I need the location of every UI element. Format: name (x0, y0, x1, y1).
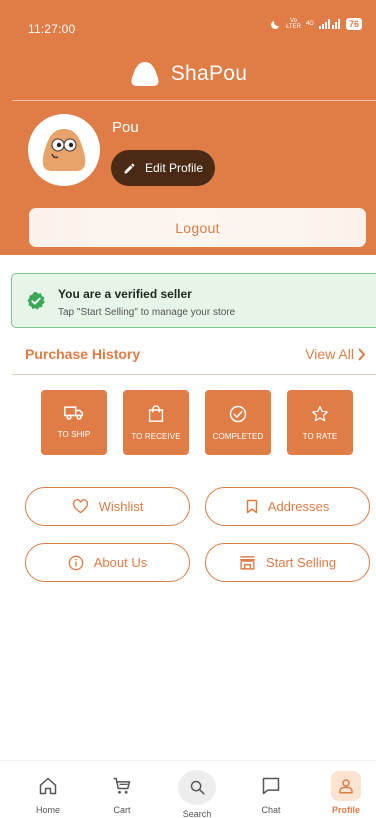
nav-chat-label: Chat (261, 805, 281, 815)
info-icon (68, 555, 84, 570)
chat-icon (262, 777, 280, 795)
nav-cart-label: Cart (113, 805, 131, 815)
nav-home[interactable]: Home (16, 761, 80, 818)
bottom-navigation: Home Cart Search Chat Profile (0, 760, 376, 818)
home-icon (39, 777, 57, 795)
network-type: 4G (305, 21, 314, 27)
logout-button[interactable]: Logout (29, 208, 366, 247)
status-icons: Vo LTER 4G 76 (270, 18, 362, 30)
nav-profile[interactable]: Profile (314, 761, 376, 818)
verified-subtitle: Tap "Start Selling" to manage your store (58, 307, 236, 318)
completed-label: COMPLETED (212, 432, 264, 441)
logout-label: Logout (175, 219, 220, 236)
person-icon (339, 779, 353, 794)
bookmark-icon (246, 499, 258, 514)
to-receive-label: TO RECEIVE (131, 432, 181, 441)
battery-indicator: 76 (345, 18, 362, 30)
profile-header: 11:27:00 Vo LTER 4G 76 ShaPou Pou Edit P… (0, 0, 376, 255)
header-divider (12, 100, 376, 101)
chevron-right-icon (358, 347, 366, 361)
pencil-icon (124, 163, 135, 173)
addresses-label: Addresses (267, 499, 330, 514)
shopping-bag-icon (148, 405, 164, 422)
purchase-history-title: Purchase History (25, 346, 141, 362)
nav-profile-label: Profile (331, 805, 360, 815)
status-time: 11:27:00 (28, 22, 76, 36)
volte-indicator: Vo LTER (286, 18, 301, 30)
brand: ShaPou (0, 54, 376, 94)
completed-tile[interactable]: COMPLETED (205, 390, 271, 455)
cart-icon (113, 777, 131, 794)
nav-search[interactable]: Search (165, 761, 229, 818)
edit-profile-label: Edit Profile (144, 161, 204, 175)
nav-home-label: Home (35, 805, 60, 815)
verified-seller-banner: You are a verified seller Tap "Start Sel… (11, 273, 376, 328)
status-bar: 11:27:00 Vo LTER 4G 76 (0, 0, 376, 40)
start-selling-label: Start Selling (265, 555, 337, 570)
pou-avatar-icon (42, 129, 86, 171)
to-ship-tile[interactable]: TO SHIP (41, 390, 107, 455)
to-receive-tile[interactable]: TO RECEIVE (123, 390, 189, 455)
username: Pou (112, 119, 139, 136)
edit-profile-button[interactable]: Edit Profile (111, 150, 215, 186)
view-all-link[interactable]: View All (305, 346, 366, 362)
addresses-button[interactable]: Addresses (205, 487, 370, 526)
storefront-icon (240, 556, 255, 570)
to-rate-tile[interactable]: TO RATE (287, 390, 353, 455)
pou-logo-icon (131, 62, 159, 86)
view-all-label: View All (305, 346, 354, 362)
about-us-label: About Us (93, 555, 148, 570)
to-rate-label: TO RATE (302, 432, 338, 441)
nav-search-label: Search (182, 809, 212, 818)
wishlist-button[interactable]: Wishlist (25, 487, 190, 526)
wishlist-label: Wishlist (98, 499, 144, 514)
purchase-history-divider (12, 374, 376, 375)
to-ship-label: TO SHIP (57, 430, 91, 439)
star-icon (311, 405, 329, 422)
verified-title: You are a verified seller (58, 287, 192, 301)
verified-check-icon (27, 291, 45, 310)
search-icon (190, 780, 205, 795)
nav-chat[interactable]: Chat (239, 761, 303, 818)
heart-icon (72, 499, 88, 514)
signal-icon (318, 19, 340, 29)
avatar (28, 114, 100, 186)
check-circle-icon (229, 405, 247, 423)
about-us-button[interactable]: About Us (25, 543, 190, 582)
truck-icon (64, 406, 84, 420)
app-title: ShaPou (170, 62, 248, 85)
moon-icon (271, 20, 280, 29)
nav-cart[interactable]: Cart (90, 761, 154, 818)
start-selling-button[interactable]: Start Selling (205, 543, 370, 582)
